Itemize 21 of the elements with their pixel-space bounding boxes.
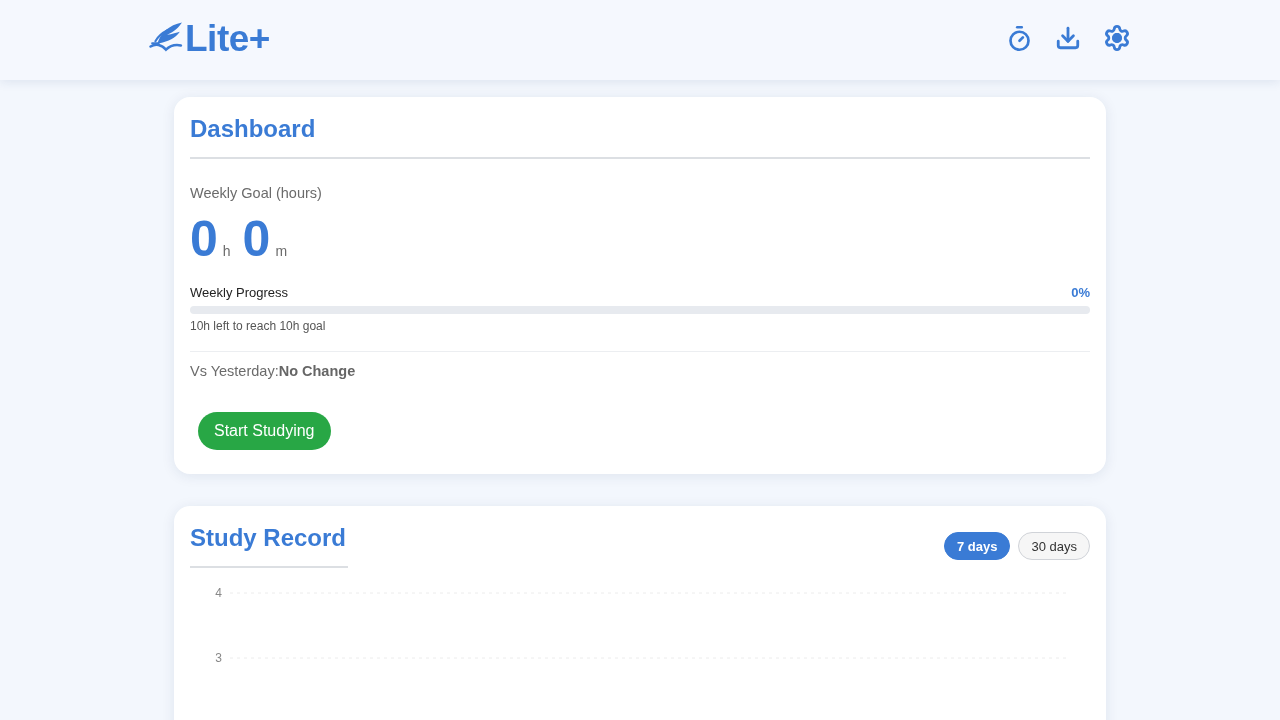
axis-tick-label: 4	[215, 586, 222, 600]
card-title: Study Record	[190, 523, 347, 553]
comparison-text: Vs Yesterday:No Change	[190, 362, 356, 381]
minutes-value: 0	[242, 214, 271, 264]
wing-logo-icon	[149, 22, 183, 54]
hours-value: 0	[190, 214, 218, 264]
range-tab[interactable]: 7 days	[943, 532, 1011, 560]
stopwatch-icon[interactable]	[1006, 24, 1033, 52]
unit-label: h	[222, 243, 231, 259]
settings-icon[interactable]	[1103, 24, 1131, 52]
axis-tick-label: 3	[215, 651, 222, 665]
progress-percent: 0%	[1071, 284, 1090, 302]
unit-label: m	[275, 243, 288, 259]
progress-label: Weekly Progress	[190, 284, 288, 302]
download-icon[interactable]	[1055, 25, 1081, 51]
range-tab[interactable]: 30 days	[1018, 532, 1090, 560]
card-title: Dashboard	[190, 114, 316, 144]
goal-label: Weekly Goal (hours)	[190, 184, 322, 203]
start-studying-button[interactable]: Start Studying	[198, 412, 331, 450]
remaining-text: 10h left to reach 10h goal	[190, 318, 326, 334]
logo-text: Lite+	[185, 19, 270, 57]
